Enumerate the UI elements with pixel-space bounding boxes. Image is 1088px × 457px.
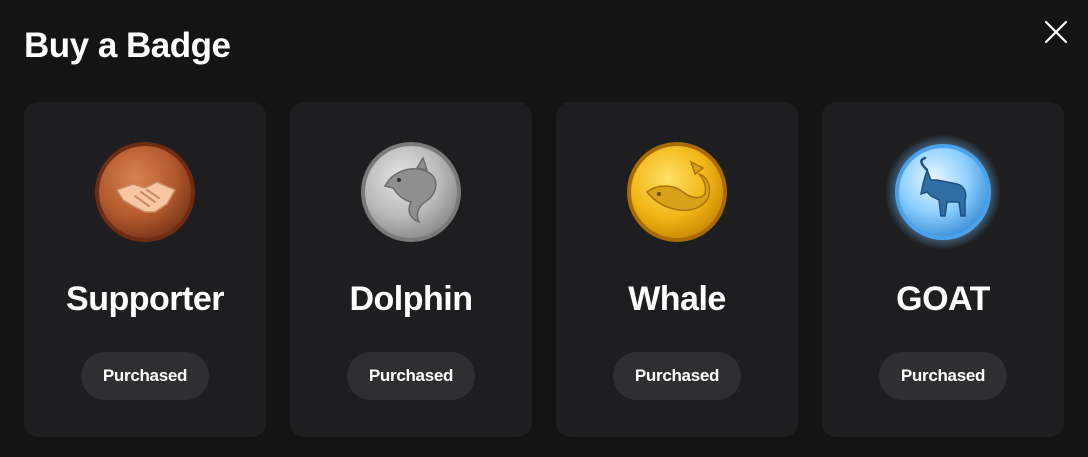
purchased-button[interactable]: Purchased bbox=[347, 352, 475, 400]
whale-badge bbox=[625, 140, 729, 244]
buy-badge-modal: Buy a Badge Supporter Purchased Dolphin … bbox=[0, 0, 1088, 457]
purchased-button[interactable]: Purchased bbox=[879, 352, 1007, 400]
handshake-icon bbox=[95, 142, 195, 242]
purchased-button[interactable]: Purchased bbox=[81, 352, 209, 400]
badge-card-whale: Whale Purchased bbox=[556, 102, 798, 437]
dolphin-icon bbox=[361, 142, 461, 242]
badge-name: Supporter bbox=[66, 280, 224, 318]
purchased-button[interactable]: Purchased bbox=[613, 352, 741, 400]
close-icon bbox=[1044, 20, 1068, 44]
badge-name: Dolphin bbox=[349, 280, 473, 318]
badge-card-dolphin: Dolphin Purchased bbox=[290, 102, 532, 437]
badge-name: GOAT bbox=[896, 280, 990, 318]
modal-title: Buy a Badge bbox=[24, 26, 231, 65]
goat-badge bbox=[885, 134, 1001, 250]
badge-card-supporter: Supporter Purchased bbox=[24, 102, 266, 437]
close-button[interactable] bbox=[1040, 16, 1072, 48]
badge-name: Whale bbox=[628, 280, 726, 318]
dolphin-badge bbox=[359, 140, 463, 244]
badge-list: Supporter Purchased Dolphin Purchased Wh… bbox=[24, 102, 1064, 437]
badge-card-goat: GOAT Purchased bbox=[822, 102, 1064, 437]
whale-icon bbox=[627, 142, 727, 242]
goat-icon bbox=[885, 134, 1001, 250]
supporter-badge bbox=[93, 140, 197, 244]
